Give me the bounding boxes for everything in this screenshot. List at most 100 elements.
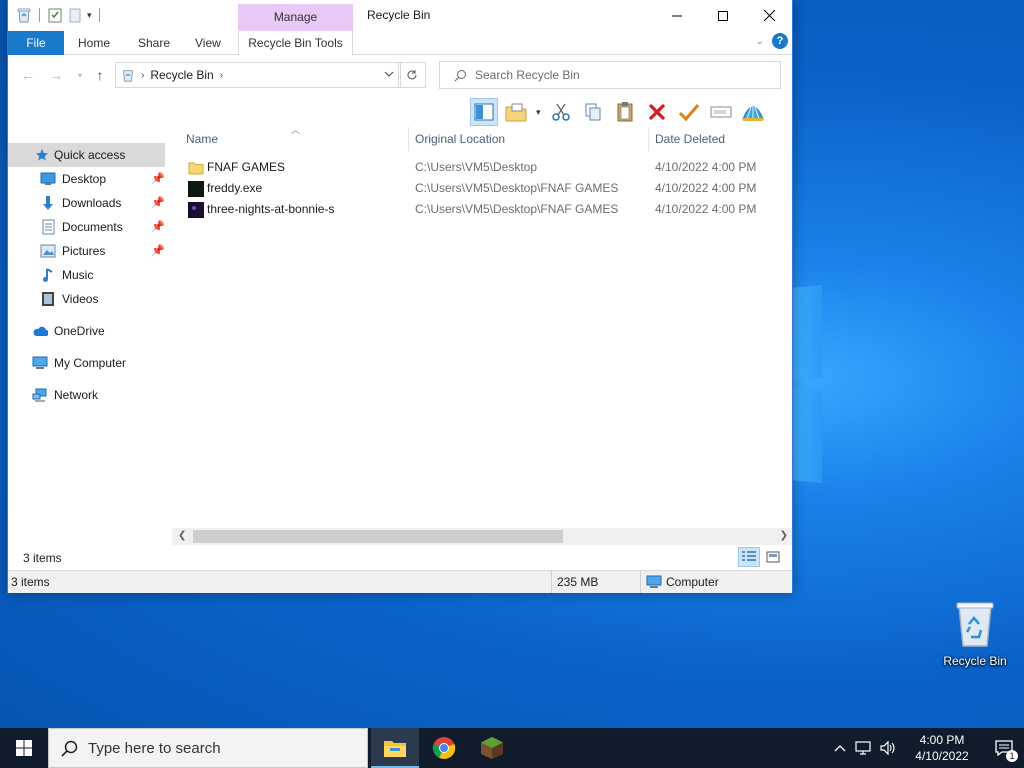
file-explorer-icon [384, 741, 406, 757]
file-row[interactable]: three-nights-at-bonnie-s C:\Users\VM5\De… [178, 199, 792, 220]
nav-my-computer[interactable]: My Computer [8, 351, 168, 375]
properties-button[interactable] [502, 98, 530, 126]
music-icon [40, 267, 56, 283]
nav-downloads[interactable]: Downloads 📌 [8, 191, 168, 215]
start-button[interactable] [0, 728, 48, 768]
back-button[interactable]: ← [20, 67, 36, 83]
address-bar[interactable]: › Recycle Bin › [115, 62, 401, 88]
pin-icon[interactable]: 📌 [151, 172, 165, 185]
address-dropdown-icon[interactable] [384, 68, 394, 82]
nav-label: Quick access [54, 148, 126, 162]
tab-home[interactable]: Home [68, 31, 120, 55]
nav-quick-access[interactable]: Quick access [8, 143, 165, 167]
cut-button[interactable] [547, 98, 575, 126]
pin-icon[interactable]: 📌 [151, 220, 165, 233]
action-center-button[interactable]: 1 [984, 728, 1024, 768]
large-icons-view-icon [766, 551, 780, 563]
delete-button[interactable] [643, 98, 671, 126]
horizontal-scrollbar[interactable]: ❮ ❯ [172, 528, 792, 545]
computer-icon [646, 575, 662, 588]
copy-icon [585, 103, 601, 121]
taskbar: 4:00 PM 4/10/2022 1 [0, 728, 1024, 768]
nav-label: Downloads [62, 196, 122, 210]
nav-network[interactable]: Network [8, 383, 168, 407]
up-button[interactable]: ↑ [92, 67, 108, 83]
scrollbar-thumb[interactable] [193, 530, 563, 543]
nav-label: Desktop [62, 172, 107, 186]
navigation-pane: Quick access Desktop 📌 Downloads 📌 Docum… [8, 143, 168, 407]
file-explorer-window: ▾ Manage Recycle Bin File Home Share Vie… [7, 0, 793, 593]
pin-icon[interactable]: 📌 [151, 244, 165, 257]
scissors-icon [551, 103, 570, 121]
file-original-location: C:\Users\VM5\Desktop\FNAF GAMES [415, 181, 619, 195]
title-bar[interactable]: ▾ Manage Recycle Bin [8, 0, 792, 31]
breadcrumb-recycle-bin[interactable]: Recycle Bin [150, 68, 213, 82]
properties-dropdown-icon[interactable]: ▾ [536, 107, 541, 118]
details-view-icon [742, 551, 756, 561]
taskbar-search-input[interactable] [88, 739, 348, 757]
taskbar-search-box[interactable] [48, 728, 368, 768]
copy-button[interactable] [579, 98, 607, 126]
forward-button[interactable]: → [48, 67, 64, 83]
nav-desktop[interactable]: Desktop 📌 [8, 167, 168, 191]
search-input[interactable] [475, 68, 765, 82]
nav-documents[interactable]: Documents 📌 [8, 215, 168, 239]
cloud-icon [32, 323, 48, 339]
tab-recycle-bin-tools[interactable]: Recycle Bin Tools [238, 31, 353, 55]
file-row[interactable]: freddy.exe C:\Users\VM5\Desktop\FNAF GAM… [178, 178, 792, 199]
pin-icon[interactable]: 📌 [151, 196, 165, 209]
preview-pane-button[interactable] [470, 98, 498, 126]
taskbar-chrome[interactable] [420, 728, 468, 768]
computer-icon [32, 355, 48, 371]
taskbar-file-explorer[interactable] [371, 728, 419, 768]
scroll-left-icon[interactable]: ❮ [178, 530, 186, 541]
preview-pane-icon [474, 103, 494, 121]
manage-tab[interactable]: Manage [238, 4, 353, 31]
rename-button[interactable] [707, 98, 735, 126]
breadcrumb-separator-icon[interactable]: › [141, 70, 144, 81]
file-row[interactable]: FNAF GAMES C:\Users\VM5\Desktop 4/10/202… [178, 157, 792, 178]
restore-button[interactable] [675, 98, 703, 126]
column-date-deleted[interactable]: Date Deleted [655, 127, 785, 151]
desktop-icon [40, 171, 56, 187]
scroll-right-icon[interactable]: ❯ [780, 530, 788, 541]
column-original-location[interactable]: Original Location [415, 127, 645, 151]
show-hidden-icons-button[interactable] [828, 728, 852, 768]
paste-button[interactable] [611, 98, 639, 126]
network-tray-button[interactable] [852, 728, 876, 768]
tab-file[interactable]: File [8, 31, 64, 55]
shell-button[interactable] [739, 98, 767, 126]
desktop-icon-recycle-bin[interactable]: Recycle Bin [938, 600, 1012, 668]
details-view-button[interactable] [738, 547, 760, 567]
new-folder-icon[interactable] [67, 7, 83, 23]
nav-music[interactable]: Music [8, 263, 168, 287]
tab-share[interactable]: Share [128, 31, 180, 55]
large-icons-view-button[interactable] [762, 547, 784, 567]
taskbar-minecraft[interactable] [468, 728, 516, 768]
breadcrumb-separator-icon[interactable]: › [220, 70, 223, 81]
clock[interactable]: 4:00 PM 4/10/2022 [900, 732, 984, 764]
maximize-button[interactable] [700, 0, 746, 31]
volume-tray-button[interactable] [876, 728, 900, 768]
help-icon[interactable]: ? [772, 33, 788, 49]
nav-pictures[interactable]: Pictures 📌 [8, 239, 168, 263]
file-date-deleted: 4/10/2022 4:00 PM [655, 160, 757, 174]
column-name[interactable]: Name [186, 127, 406, 151]
status-items: 3 items [11, 575, 50, 589]
refresh-button[interactable] [398, 62, 426, 88]
search-box[interactable] [439, 61, 781, 89]
close-button[interactable] [746, 0, 792, 31]
recent-locations-button[interactable]: ▾ [72, 67, 88, 83]
clipboard-icon [617, 102, 633, 122]
nav-videos[interactable]: Videos [8, 287, 168, 311]
expand-ribbon-icon[interactable]: ⌄ [756, 36, 764, 47]
file-name: FNAF GAMES [207, 160, 286, 174]
tab-view[interactable]: View [185, 31, 231, 55]
qat-dropdown-icon[interactable]: ▾ [87, 10, 92, 21]
maximize-icon [718, 10, 728, 21]
minimize-button[interactable] [654, 0, 700, 31]
nav-onedrive[interactable]: OneDrive [8, 319, 168, 343]
properties-icon[interactable] [47, 7, 63, 23]
clock-date: 4/10/2022 [915, 749, 969, 763]
downloads-icon [40, 195, 56, 211]
